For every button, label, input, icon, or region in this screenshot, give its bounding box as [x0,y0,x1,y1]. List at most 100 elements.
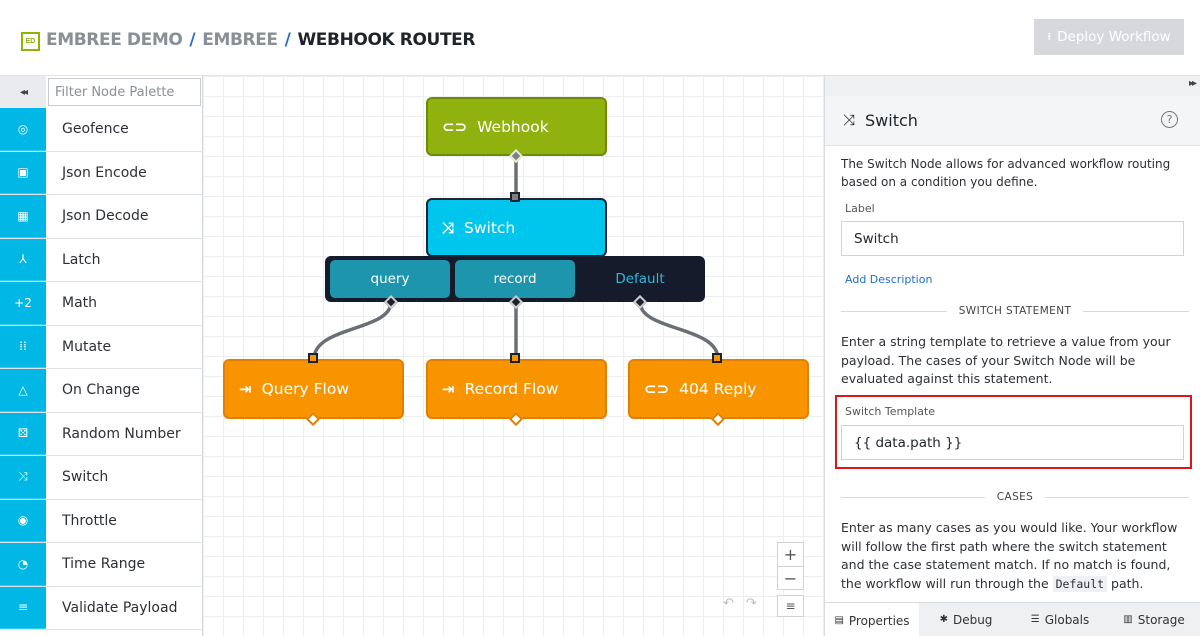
wire-default [638,301,720,360]
shuffle-icon: ⤨ [442,218,455,237]
palette-item-label: Throttle [62,512,117,529]
palette-item-label: Mutate [62,338,112,355]
json-decode-icon: ▦ [0,195,46,238]
record-flow-input-port[interactable] [510,353,520,363]
switch-icon: ⤨ [0,456,46,499]
query-flow-node[interactable]: ⇥ Query Flow [223,359,404,419]
shuffle-icon: ⤨ [843,111,856,129]
math-icon: +2 [0,282,46,325]
properties-panel: ▸▸ ⤨ Switch ? The Switch Node allows for… [824,76,1200,636]
palette-item-label: Switch [62,469,109,486]
palette-item-label: Math [62,295,98,312]
node-description: The Switch Node allows for advanced work… [841,157,1171,189]
tab-properties[interactable]: ▤ Properties [825,603,919,636]
deploy-workflow-button[interactable]: ⭱ Deploy Workflow [1034,19,1184,55]
tab-storage[interactable]: ▥ Storage [1107,603,1200,636]
divider [1083,310,1189,312]
random-number-icon: ⚄ [0,412,46,455]
switch-template-input[interactable]: {{ data.path }} [841,425,1184,460]
list-icon: ☰ [1030,614,1040,625]
default-code: Default [1052,575,1108,592]
top-header: ED EMBREE DEMO / EMBREE / WEBHOOK ROUTER… [0,0,1200,76]
palette-toolbar: ◂◂ [0,76,203,108]
cases-text: Enter as many cases as you would like. Y… [841,519,1189,593]
label-input[interactable]: Switch [841,221,1184,256]
tab-debug[interactable]: ✱ Debug [919,603,1013,636]
case-record[interactable]: record [455,260,575,298]
palette-item-mutate[interactable]: ⁞⁞ Mutate [0,325,203,369]
palette-item-label: Geofence [62,121,129,138]
on-change-icon: △ [0,369,46,412]
breadcrumb-separator: / [284,30,291,50]
record-flow-node[interactable]: ⇥ Record Flow [426,359,607,419]
palette-item-time-range[interactable]: ◔ Time Range [0,543,203,587]
app-logo: ED [21,32,40,51]
storage-icon: ▥ [1123,614,1133,625]
time-range-icon: ◔ [0,543,46,586]
switch-input-port[interactable] [510,192,520,202]
palette-item-on-change[interactable]: △ On Change [0,369,203,413]
node-palette: ◂◂ ◎ Geofence ▣ Json Encode ▦ Json Decode ⅄ Lat… [0,76,203,636]
webhook-node[interactable]: ⊂⊃ Webhook [426,97,607,156]
reply-input-port[interactable] [712,353,722,363]
latch-icon: ⅄ [0,238,46,281]
validate-payload-icon: ≡ [0,586,46,629]
geofence-icon: ◎ [0,108,46,151]
bug-icon: ✱ [939,614,948,625]
palette-item-geofence[interactable]: ◎ Geofence [0,108,203,152]
expand-panel-icon[interactable]: ▸▸ [1189,78,1197,89]
palette-item-label: Validate Payload [62,599,178,616]
json-encode-icon: ▣ [0,151,46,194]
palette-item-label: On Change [62,382,140,399]
add-description-link[interactable]: Add Description [845,273,932,286]
zoom-out-button[interactable]: − [778,566,803,589]
tab-globals-label: Globals [1044,612,1090,627]
cases-heading: CASES [841,490,1190,504]
palette-list: ◎ Geofence ▣ Json Encode ▦ Json Decode ⅄ Latch +… [0,108,203,630]
zoom-in-button[interactable]: + [778,543,803,566]
palette-item-json-decode[interactable]: ▦ Json Decode [0,195,203,239]
palette-item-latch[interactable]: ⅄ Latch [0,238,203,282]
palette-item-label: Random Number [62,425,181,442]
tab-properties-label: Properties [848,613,910,628]
breadcrumb-app[interactable]: EMBREE [202,30,278,50]
history-controls: ↶ ↷ [723,596,757,611]
case-default[interactable]: Default [580,260,700,298]
palette-item-switch[interactable]: ⤨ Switch [0,456,203,500]
case-query[interactable]: query [330,260,450,298]
tab-debug-label: Debug [952,612,993,627]
redo-icon[interactable]: ↷ [746,596,757,611]
palette-item-random-number[interactable]: ⚄ Random Number [0,412,203,456]
query-flow-input-port[interactable] [308,353,318,363]
reply-node[interactable]: ⊂⊃ 404 Reply [628,359,809,419]
properties-icon: ▤ [834,615,844,626]
tab-globals[interactable]: ☰ Globals [1013,603,1107,636]
palette-item-math[interactable]: +2 Math [0,282,203,326]
upload-icon: ⭱ [1047,29,1052,43]
palette-item-label: Time Range [62,556,146,573]
filter-node-palette-input[interactable] [48,78,201,106]
collapse-palette-icon[interactable]: ◂◂ [0,76,46,108]
breadcrumb-org[interactable]: EMBREE DEMO [46,30,183,50]
switch-node[interactable]: ⤨ Switch [426,198,607,257]
panel-tabs: ▤ Properties ✱ Debug ☰ Globals ▥ Storage [825,602,1200,636]
panel-header: ⤨ Switch ? [825,96,1200,146]
throttle-icon: ◉ [0,499,46,542]
enter-icon: ⇥ [239,380,252,398]
tab-storage-label: Storage [1137,612,1185,627]
undo-icon[interactable]: ↶ [723,596,734,611]
cases-title: CASES [996,491,1034,503]
switch-template-label: Switch Template [845,405,936,418]
enter-icon: ⇥ [442,380,455,398]
palette-item-label: Json Decode [62,208,149,225]
workflow-canvas[interactable]: ⊂⊃ Webhook ⤨ Switch query record Default… [203,76,824,636]
switch-statement-title: SWITCH STATEMENT [958,305,1072,317]
canvas-menu-button[interactable]: ≡ [777,595,804,617]
palette-item-json-encode[interactable]: ▣ Json Encode [0,151,203,195]
help-icon[interactable]: ? [1161,111,1178,128]
palette-item-label: Json Encode [62,164,147,181]
palette-item-throttle[interactable]: ◉ Throttle [0,499,203,543]
switch-node-label: Switch [464,218,516,237]
label-field-label: Label [845,202,875,215]
palette-item-validate-payload[interactable]: ≡ Validate Payload [0,586,203,630]
